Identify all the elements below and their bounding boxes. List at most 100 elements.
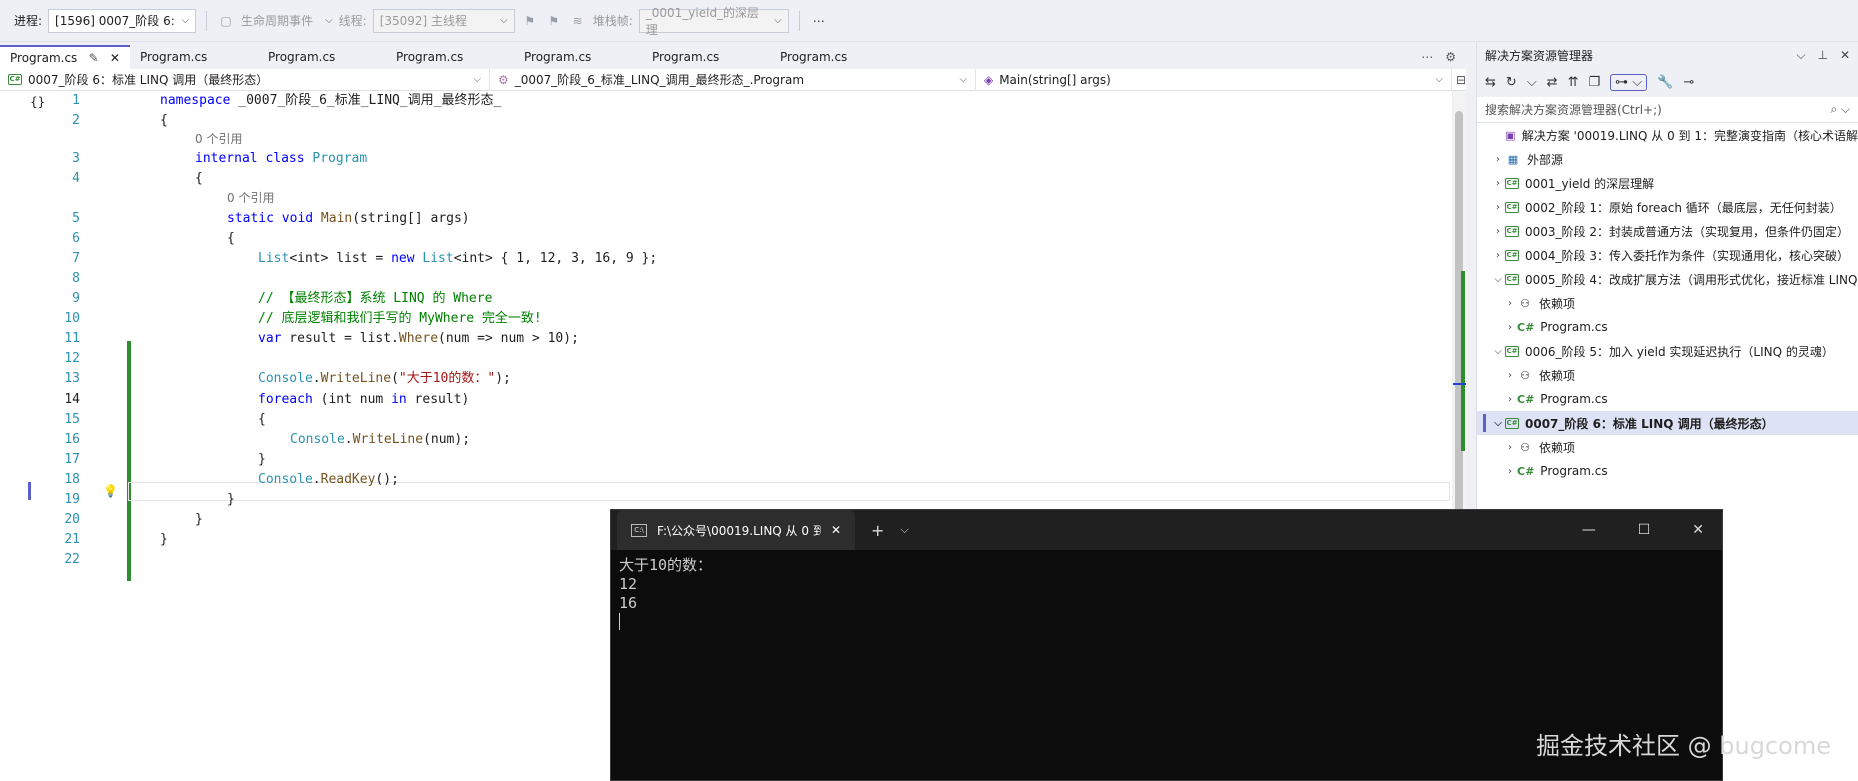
tree-item-file[interactable]: › C# Program.cs [1477, 459, 1858, 483]
line-number: 4 [72, 171, 80, 186]
code-line: 10// 底层逻辑和我们手写的 MyWhere 完全一致! [0, 309, 1452, 329]
tree-item-project[interactable]: › C# 0004_阶段 3：传入委托作为条件（实现通用化，核心突破） [1477, 243, 1858, 267]
process-label: 进程: [14, 14, 43, 28]
terminal-output[interactable]: 大于10的数： 12 16 [611, 550, 1722, 641]
chevron-right-icon[interactable]: › [1491, 178, 1505, 189]
history-icon[interactable]: ↻ [1506, 75, 1517, 90]
project-dropdown[interactable]: C# 0007_阶段 6：标准 LINQ 调用（最终形态） ⌵ [0, 68, 490, 91]
scrollbar-caret-marker [1453, 383, 1466, 385]
tab-program[interactable]: Program.cs [642, 45, 770, 69]
tree-item-dependencies[interactable]: › ⚇ 依赖项 [1477, 291, 1858, 315]
code-line: 19} [0, 490, 1452, 510]
chevron-down-icon[interactable]: ⌵ [1491, 346, 1505, 357]
tab-program[interactable]: Program.cs [258, 45, 386, 69]
solution-icon: ▣ [1505, 128, 1516, 142]
separator [206, 10, 208, 31]
solution-search-input[interactable]: 搜索解决方案资源管理器(Ctrl+;) ⌕ ⌵ [1477, 97, 1858, 123]
stackframe-combo[interactable]: _0001_yield_的深层理 ⌵ [638, 6, 789, 37]
copy-icon[interactable]: ❐ [1588, 75, 1600, 90]
preview-icon[interactable]: ⊸ [1683, 75, 1694, 90]
swap-icon[interactable]: ⇄ [1547, 75, 1558, 90]
sync-icon[interactable]: ⇆ [1485, 75, 1496, 90]
tab-program[interactable]: Program.cs [130, 45, 258, 69]
minimize-icon[interactable]: — [1582, 522, 1596, 538]
chevron-right-icon[interactable]: › [1491, 250, 1505, 261]
project-icon: C# [1505, 225, 1519, 237]
overflow-icon[interactable]: ⋯ [1421, 50, 1433, 64]
flag-icon[interactable]: ⚑ [521, 12, 539, 30]
maximize-icon[interactable]: ☐ [1638, 522, 1651, 538]
chevron-down-icon[interactable]: ⌵ [325, 15, 333, 26]
search-icon[interactable]: ⌕ ⌵ [1830, 102, 1850, 117]
chevron-right-icon[interactable]: › [1503, 466, 1517, 477]
csharp-file-icon: C# [1517, 464, 1535, 478]
lifecycle-events-button[interactable]: 生命周期事件 [241, 12, 313, 29]
type-dropdown[interactable]: ⚙ _0007_阶段_6_标准_LINQ_调用_最终形态_.Program ⌵ [490, 68, 976, 91]
close-icon[interactable]: ✕ [831, 523, 841, 537]
collapse-all-icon[interactable]: ⇈ [1568, 75, 1579, 90]
chevron-right-icon[interactable]: › [1503, 394, 1517, 405]
tree-item-project[interactable]: › C# 0001_yield 的深层理解 [1477, 171, 1858, 195]
line-number: 21 [64, 532, 80, 547]
tree-item-external[interactable]: › ▦ 外部源 [1477, 147, 1858, 171]
chevron-right-icon[interactable]: › [1503, 322, 1517, 333]
terminal-tab[interactable]: C:\ F:\公众号\00019.LINQ 从 0 到 1 ✕ [617, 510, 855, 550]
solution-explorer-toolbar: ⇆ ↻ ⌵ ⇄ ⇈ ❐ ⊶ ⌵ 🔧 ⊸ [1477, 67, 1858, 97]
code-line: 18 Console.ReadKey(); [0, 470, 1452, 490]
tree-item-project[interactable]: ⌵ C# 0006_阶段 5：加入 yield 实现延迟执行（LINQ 的灵魂） [1477, 339, 1858, 363]
thread-combo[interactable]: [35092] 主线程 ⌵ [372, 8, 515, 33]
tree-item-project[interactable]: › C# 0002_阶段 1：原始 foreach 循环（最底层，无任何封装） [1477, 195, 1858, 219]
pin-icon[interactable]: ⊥ [1817, 48, 1827, 63]
flag-threads-icon[interactable]: ⚑ [545, 12, 563, 30]
close-icon[interactable]: ✕ [1840, 48, 1850, 63]
chevron-right-icon[interactable]: › [1491, 202, 1505, 213]
tree-item-project[interactable]: ⌵ C# 0005_阶段 4：改成扩展方法（调用形式优化，接近标准 LINQ [1477, 267, 1858, 291]
tab-label: Program.cs [140, 50, 208, 64]
stack-icon[interactable]: ≋ [569, 12, 587, 30]
line-number: 20 [64, 512, 80, 527]
chevron-down-icon[interactable]: ⌵ [1491, 418, 1505, 429]
pin-icon[interactable]: ✎ [89, 51, 99, 65]
chevron-down-icon: ⌵ [181, 15, 190, 26]
new-tab-icon[interactable]: + [871, 521, 884, 540]
close-icon[interactable]: ✕ [1692, 522, 1704, 538]
more-icon[interactable]: ⋯ [810, 12, 828, 30]
tree-item-project-selected[interactable]: ⌵ C# 0007_阶段 6：标准 LINQ 调用（最终形态） [1477, 411, 1858, 435]
code-line: 9// 【最终形态】系统 LINQ 的 Where [0, 289, 1452, 309]
chevron-right-icon[interactable]: › [1491, 154, 1505, 165]
member-dropdown[interactable]: ◈ Main(string[] args) ⌵ [976, 68, 1452, 91]
chevron-down-icon[interactable]: ⌵ [1796, 48, 1805, 63]
thread-label: 线程: [338, 14, 367, 28]
tree-item-file[interactable]: › C# Program.cs [1477, 387, 1858, 411]
tree-item-dependencies[interactable]: › ⚇ 依赖项 [1477, 363, 1858, 387]
tab-program[interactable]: Program.cs [770, 45, 898, 69]
line-number: 22 [64, 552, 80, 567]
close-icon[interactable]: ✕ [110, 51, 120, 65]
code-line: 14 foreach (int num in result) [0, 390, 1452, 410]
chevron-right-icon[interactable]: › [1503, 370, 1517, 381]
chevron-down-icon[interactable]: ⌵ [900, 523, 908, 537]
tree-item-file[interactable]: › C# Program.cs [1477, 315, 1858, 339]
tab-program[interactable]: Program.cs [386, 45, 514, 69]
tree-item-project[interactable]: › C# 0003_阶段 2：封装成普通方法（实现复用，但条件仍固定） [1477, 219, 1858, 243]
split-icon[interactable]: ⊟ [1452, 73, 1466, 87]
tree-item-dependencies[interactable]: › ⚇ 依赖项 [1477, 435, 1858, 459]
chevron-right-icon[interactable]: › [1491, 226, 1505, 237]
chevron-down-icon[interactable]: ⌵ [1491, 274, 1505, 285]
codelens-references[interactable]: 0 个引用 [227, 188, 274, 208]
process-combo[interactable]: [1596] 0007_阶段 6: ⌵ [48, 8, 197, 33]
chevron-right-icon[interactable]: › [1503, 298, 1517, 309]
lifecycle-icon[interactable]: ▢ [217, 12, 235, 30]
chevron-down-icon[interactable]: ⌵ [1527, 75, 1537, 90]
tab-program[interactable]: Program.cs [514, 45, 642, 69]
terminal-titlebar: C:\ F:\公众号\00019.LINQ 从 0 到 1 ✕ + ⌵ — ☐ … [611, 510, 1722, 550]
wrench-icon[interactable]: 🔧 [1657, 75, 1673, 90]
filter-toggle-icon[interactable]: ⊶ ⌵ [1610, 73, 1648, 91]
codelens-references[interactable]: 0 个引用 [195, 129, 242, 149]
tab-program-active[interactable]: Program.cs ✎ ✕ [0, 45, 130, 69]
gear-icon[interactable]: ⚙ [1445, 50, 1456, 64]
watermark: 掘金技术社区 @ bugcome [1536, 732, 1831, 760]
chevron-right-icon[interactable]: › [1503, 442, 1517, 453]
dependencies-icon: ⚇ [1520, 296, 1530, 310]
tree-item-solution[interactable]: ▣ 解决方案 '00019.LINQ 从 0 到 1：完整演变指南（核心术语解 [1477, 123, 1858, 147]
